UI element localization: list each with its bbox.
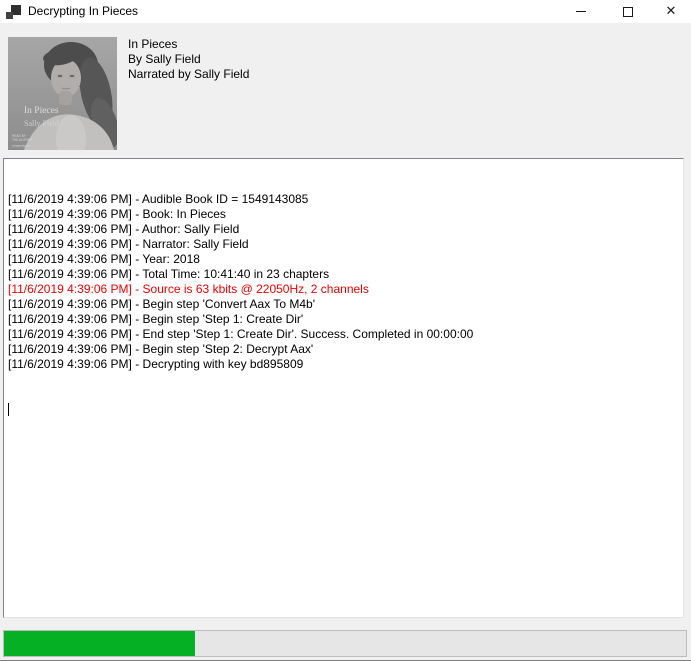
log-line: [11/6/2019 4:39:06 PM] - Begin step 'Ste… <box>8 312 679 327</box>
log-line: [11/6/2019 4:39:06 PM] - Narrator: Sally… <box>8 237 679 252</box>
app-window: Decrypting In Pieces ✕ <box>0 0 691 661</box>
log-line: [11/6/2019 4:39:06 PM] - Book: In Pieces <box>8 207 679 222</box>
book-title: In Pieces <box>128 37 249 52</box>
maximize-icon <box>623 7 633 17</box>
log-line: [11/6/2019 4:39:06 PM] - Audible Book ID… <box>8 192 679 207</box>
book-author: By Sally Field <box>128 52 249 67</box>
log-line: [11/6/2019 4:39:06 PM] - Begin step 'Con… <box>8 297 679 312</box>
app-icon <box>6 4 22 20</box>
log-line: [11/6/2019 4:39:06 PM] - Author: Sally F… <box>8 222 679 237</box>
cover-edition-text: Unabridged <box>12 144 30 148</box>
book-info: In Pieces By Sally Field Narrated by Sal… <box>128 37 249 82</box>
cover-title-text: In Pieces <box>24 106 59 116</box>
close-button[interactable]: ✕ <box>651 0 691 23</box>
book-cover-image: In Pieces Sally Field READ BY THE AUTHOR… <box>8 37 117 150</box>
text-caret <box>8 403 9 416</box>
cover-readby-line2: THE AUTHOR <box>12 138 33 142</box>
log-line: [11/6/2019 4:39:06 PM] - End step 'Step … <box>8 327 679 342</box>
log-lines: [11/6/2019 4:39:06 PM] - Audible Book ID… <box>8 192 679 372</box>
log-line: [11/6/2019 4:39:06 PM] - Begin step 'Ste… <box>8 342 679 357</box>
log-line: [11/6/2019 4:39:06 PM] - Source is 63 kb… <box>8 282 679 297</box>
progress-bar <box>3 630 687 657</box>
title-bar: Decrypting In Pieces ✕ <box>0 0 691 23</box>
maximize-button[interactable] <box>604 0 651 23</box>
log-textbox[interactable]: [11/6/2019 4:39:06 PM] - Audible Book ID… <box>3 158 684 618</box>
progress-fill <box>4 631 195 656</box>
minimize-icon <box>576 11 586 12</box>
close-icon: ✕ <box>666 5 677 18</box>
book-cover-art: In Pieces Sally Field READ BY THE AUTHOR… <box>8 37 117 150</box>
app-icon-square-small <box>6 12 13 19</box>
log-line: [11/6/2019 4:39:06 PM] - Year: 2018 <box>8 252 679 267</box>
log-line: [11/6/2019 4:39:06 PM] - Total Time: 10:… <box>8 267 679 282</box>
window-title: Decrypting In Pieces <box>28 4 138 18</box>
cover-author-text: Sally Field <box>24 119 59 128</box>
minimize-button[interactable] <box>557 0 604 23</box>
log-line: [11/6/2019 4:39:06 PM] - Decrypting with… <box>8 357 679 372</box>
book-narrator: Narrated by Sally Field <box>128 67 249 82</box>
